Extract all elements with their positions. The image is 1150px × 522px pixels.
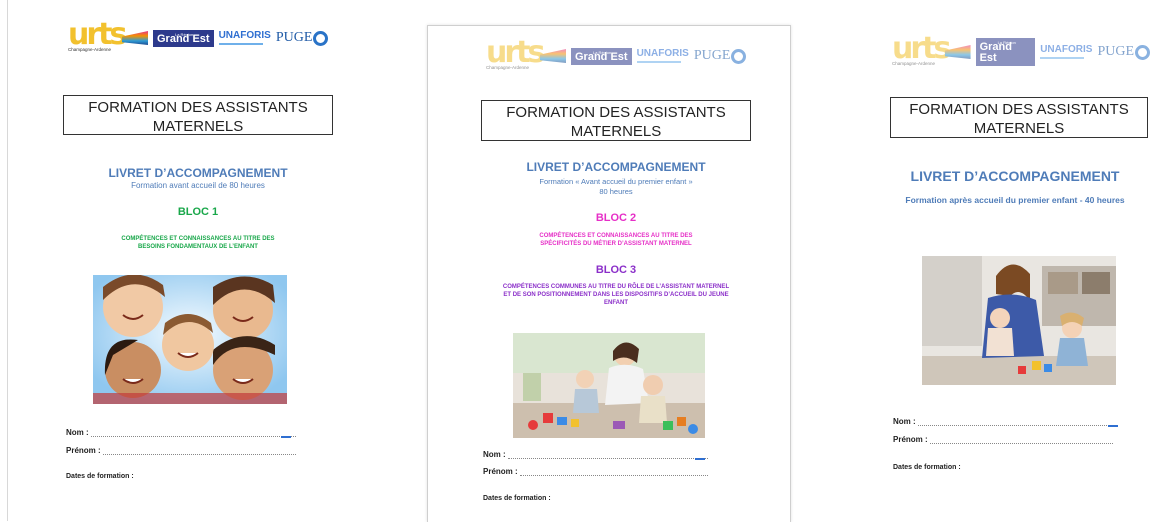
formation-subtitle: Formation « Avant accueil du premier enf…: [539, 177, 693, 196]
bloc-1-heading: BLOC 1: [177, 206, 219, 218]
unaforis-logo: UNAFORIS: [218, 31, 271, 45]
grand-est-logo: La Région Grand Est: [153, 29, 214, 47]
prenom-field: Prénom :: [483, 467, 708, 476]
unaforis-logo: UNAFORIS: [1040, 45, 1092, 59]
title-line-2: MATERNELS: [152, 118, 244, 135]
blue-mark: [281, 436, 291, 438]
title-line-2: MATERNELS: [570, 123, 662, 140]
nom-line[interactable]: [507, 452, 708, 459]
children-circle-photo: [93, 275, 287, 404]
nom-line[interactable]: [90, 430, 296, 437]
bloc-3-heading: BLOC 3: [595, 264, 637, 276]
bloc-2-competences: COMPÉTENCES ET CONNAISSANCES AU TITRE DE…: [539, 233, 693, 247]
prenom-label: Prénom :: [893, 435, 928, 444]
nom-field: Nom :: [893, 417, 1113, 426]
unaforis-logo: UNAFORIS: [636, 49, 689, 63]
formation-title-box: FORMATION DES ASSISTANTS MATERNELS: [63, 95, 333, 135]
grand-est-logo: La Région Grand Est: [571, 47, 632, 65]
prenom-line[interactable]: [102, 448, 296, 455]
urts-logo: urts Champagne-Ardenne: [68, 20, 148, 53]
title-line-2: MATERNELS: [973, 120, 1065, 137]
prenom-field: Prénom :: [66, 446, 296, 455]
livret-heading: LIVRET D’ACCOMPAGNEMENT: [108, 166, 288, 180]
formation-subtitle: Formation après accueil du premier enfan…: [905, 195, 1125, 205]
toddlers-playing-photo: [513, 333, 705, 438]
partner-logos: urts Champagne-Ardenne La Région Grand E…: [892, 34, 1150, 67]
grand-est-logo: La Région Grand Est: [975, 38, 1036, 66]
partner-logos: urts Champagne-Ardenne La Région Grand E…: [486, 38, 747, 71]
urts-logo: urts Champagne-Ardenne: [892, 34, 971, 67]
puge-logo: PUGE: [276, 30, 329, 46]
prenom-label: Prénom :: [483, 467, 518, 476]
livret-heading: LIVRET D’ACCOMPAGNEMENT: [526, 160, 706, 174]
prenom-label: Prénom :: [66, 446, 101, 455]
blue-mark: [1108, 425, 1118, 427]
cover-page-bloc-1: urts Champagne-Ardenne La Région Grand E…: [7, 0, 363, 521]
nom-field: Nom :: [483, 450, 708, 459]
dates-label: Dates de formation :: [893, 464, 961, 471]
nom-label: Nom :: [483, 450, 506, 459]
bloc-3-competences: COMPÉTENCES COMMUNES AU TITRE DU RÔLE DE…: [502, 284, 730, 306]
partner-logos: urts Champagne-Ardenne La Région Grand E…: [68, 20, 329, 53]
title-line-1: FORMATION DES ASSISTANTS: [909, 101, 1129, 118]
nom-label: Nom :: [893, 417, 916, 426]
cover-page-apres-accueil: urts Champagne-Ardenne La Région Grand E…: [840, 0, 1150, 521]
prenom-field: Prénom :: [893, 435, 1113, 444]
title-line-1: FORMATION DES ASSISTANTS: [506, 104, 726, 121]
nom-field: Nom :: [66, 428, 296, 437]
puge-logo: PUGE: [694, 48, 747, 64]
nom-label: Nom :: [66, 428, 89, 437]
dates-label: Dates de formation :: [66, 473, 134, 480]
blue-mark: [695, 458, 705, 460]
dates-label: Dates de formation :: [483, 495, 551, 502]
bloc-1-competences: COMPÉTENCES ET CONNAISSANCES AU TITRE DE…: [121, 236, 275, 250]
mother-and-toddlers-photo: [922, 256, 1116, 385]
prenom-line[interactable]: [519, 469, 708, 476]
cover-page-bloc-2-3: urts Champagne-Ardenne La Région Grand E…: [427, 25, 791, 522]
formation-subtitle: Formation avant accueil de 80 heures: [131, 181, 265, 190]
nom-line[interactable]: [917, 419, 1113, 426]
formation-title-box: FORMATION DES ASSISTANTS MATERNELS: [481, 100, 751, 141]
title-line-1: FORMATION DES ASSISTANTS: [88, 99, 308, 116]
puge-logo: PUGE: [1097, 44, 1150, 60]
livret-heading: LIVRET D’ACCOMPAGNEMENT: [910, 168, 1120, 184]
bloc-2-heading: BLOC 2: [595, 212, 637, 224]
urts-logo: urts Champagne-Ardenne: [486, 38, 566, 71]
prenom-line[interactable]: [929, 437, 1113, 444]
formation-title-box: FORMATION DES ASSISTANTS MATERNELS: [890, 97, 1148, 138]
